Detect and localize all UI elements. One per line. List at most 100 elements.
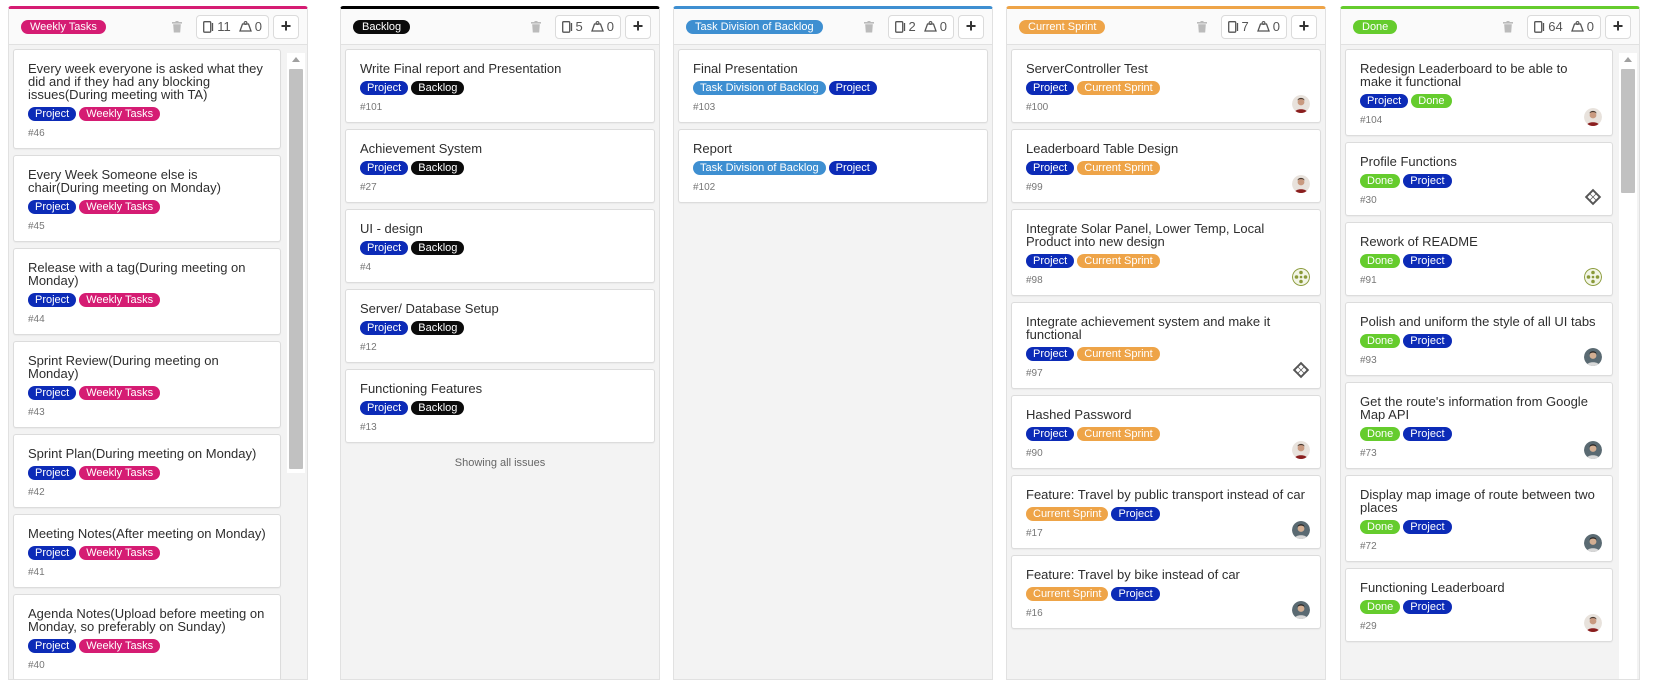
card-title[interactable]: ServerController Test (1026, 62, 1306, 75)
label-project[interactable]: Project (28, 200, 77, 214)
issue-card[interactable]: Polish and uniform the style of all UI t… (1345, 302, 1613, 376)
identicon-avatar[interactable] (1292, 268, 1310, 286)
label-current-sprint[interactable]: Current Sprint (1026, 507, 1109, 521)
label-project[interactable]: Project (1403, 334, 1452, 348)
label-weekly-tasks[interactable]: Weekly Tasks (79, 386, 161, 400)
scroll-up-arrow-icon[interactable] (287, 53, 305, 65)
label-project[interactable]: Project (1403, 174, 1452, 188)
card-title[interactable]: Server/ Database Setup (360, 302, 640, 315)
card-title[interactable]: Display map image of route between two p… (1360, 488, 1598, 514)
issue-card[interactable]: Sprint Plan(During meeting on Monday) Pro… (13, 434, 281, 508)
issue-card[interactable]: Integrate Solar Panel, Lower Temp, Local… (1011, 209, 1321, 296)
card-title[interactable]: UI - design (360, 222, 640, 235)
list-label[interactable]: Current Sprint (1019, 19, 1106, 34)
label-project[interactable]: Project (28, 386, 77, 400)
card-title[interactable]: Report (693, 142, 973, 155)
label-project[interactable]: Project (828, 81, 877, 95)
identicon-avatar[interactable] (1584, 268, 1602, 286)
card-title[interactable]: Agenda Notes(Upload before meeting on Mo… (28, 607, 266, 633)
assignee-avatar[interactable] (1584, 441, 1602, 459)
label-project[interactable]: Project (28, 546, 77, 560)
label-weekly-tasks[interactable]: Weekly Tasks (79, 466, 161, 480)
card-title[interactable]: Leaderboard Table Design (1026, 142, 1306, 155)
add-issue-button[interactable]: + (625, 14, 651, 39)
assignee-avatar[interactable] (1292, 601, 1310, 619)
issue-card[interactable]: Final Presentation Task Division of Backl… (678, 49, 988, 123)
label-current-sprint[interactable]: Current Sprint (1026, 587, 1109, 601)
label-project[interactable]: Project (1026, 347, 1075, 361)
issue-card[interactable]: Agenda Notes(Upload before meeting on Mo… (13, 594, 281, 679)
card-title[interactable]: Sprint Review(During meeting on Monday) (28, 354, 266, 380)
issue-card[interactable]: Hashed Password Project Current Sprint #90 (1011, 395, 1321, 469)
assignee-avatar[interactable] (1584, 108, 1602, 126)
label-project[interactable]: Project (1026, 161, 1075, 175)
issue-card[interactable]: Feature: Travel by bike instead of car Cu… (1011, 555, 1321, 629)
label-current-sprint[interactable]: Current Sprint (1077, 161, 1160, 175)
assignee-avatar[interactable] (1292, 175, 1310, 193)
label-current-sprint[interactable]: Current Sprint (1077, 81, 1160, 95)
scrollbar-thumb[interactable] (1621, 69, 1635, 193)
trash-icon[interactable] (1501, 20, 1515, 34)
card-title[interactable]: Achievement System (360, 142, 640, 155)
card-title[interactable]: Release with a tag(During meeting on Mon… (28, 261, 266, 287)
label-project[interactable]: Project (1026, 427, 1075, 441)
list-label[interactable]: Done (1353, 19, 1398, 34)
card-title[interactable]: Rework of README (1360, 235, 1598, 248)
label-project[interactable]: Project (28, 639, 77, 653)
card-title[interactable]: Functioning Features (360, 382, 640, 395)
label-done[interactable]: Done (1360, 427, 1401, 441)
label-project[interactable]: Project (1403, 427, 1452, 441)
card-title[interactable]: Integrate Solar Panel, Lower Temp, Local… (1026, 222, 1306, 248)
label-backlog[interactable]: Backlog (411, 161, 465, 175)
label-project[interactable]: Project (28, 107, 77, 121)
label-current-sprint[interactable]: Current Sprint (1077, 347, 1160, 361)
issue-card[interactable]: Achievement System Project Backlog #27 (345, 129, 655, 203)
list-scrollbar[interactable] (287, 53, 305, 473)
label-done[interactable]: Done (1360, 600, 1401, 614)
card-title[interactable]: Sprint Plan(During meeting on Monday) (28, 447, 266, 460)
card-title[interactable]: Profile Functions (1360, 155, 1598, 168)
label-project[interactable]: Project (28, 466, 77, 480)
assignee-avatar[interactable] (1292, 95, 1310, 113)
label-project[interactable]: Project (1403, 254, 1452, 268)
label-weekly-tasks[interactable]: Weekly Tasks (79, 107, 161, 121)
issue-card[interactable]: Release with a tag(During meeting on Mon… (13, 248, 281, 335)
issue-card[interactable]: Report Task Division of Backlog Project #10… (678, 129, 988, 203)
label-project[interactable]: Project (360, 81, 409, 95)
trash-icon[interactable] (1195, 20, 1209, 34)
label-project[interactable]: Project (1026, 254, 1075, 268)
label-project[interactable]: Project (828, 161, 877, 175)
label-project[interactable]: Project (360, 321, 409, 335)
list-scrollbar[interactable] (1619, 53, 1637, 679)
list-label[interactable]: Backlog (353, 19, 411, 34)
assignee-avatar[interactable] (1584, 614, 1602, 632)
label-project[interactable]: Project (28, 293, 77, 307)
scrollbar-thumb[interactable] (289, 69, 303, 469)
label-weekly-tasks[interactable]: Weekly Tasks (79, 546, 161, 560)
label-project[interactable]: Project (1111, 587, 1160, 601)
card-title[interactable]: Hashed Password (1026, 408, 1306, 421)
label-current-sprint[interactable]: Current Sprint (1077, 254, 1160, 268)
label-weekly-tasks[interactable]: Weekly Tasks (79, 200, 161, 214)
label-backlog[interactable]: Backlog (411, 241, 465, 255)
card-title[interactable]: Final Presentation (693, 62, 973, 75)
issue-card[interactable]: Leaderboard Table Design Project Current S… (1011, 129, 1321, 203)
label-backlog[interactable]: Backlog (411, 401, 465, 415)
label-done[interactable]: Done (1411, 94, 1452, 108)
card-title[interactable]: Get the route's information from Google … (1360, 395, 1598, 421)
issue-card[interactable]: Functioning Features Project Backlog #13 (345, 369, 655, 443)
issue-card[interactable]: ServerController Test Project Current Spri… (1011, 49, 1321, 123)
add-issue-button[interactable]: + (1291, 14, 1317, 39)
card-title[interactable]: Functioning Leaderboard (1360, 581, 1598, 594)
label-done[interactable]: Done (1360, 520, 1401, 534)
trash-icon[interactable] (529, 20, 543, 34)
label-weekly-tasks[interactable]: Weekly Tasks (79, 639, 161, 653)
card-title[interactable]: Feature: Travel by public transport inst… (1026, 488, 1306, 501)
issue-card[interactable]: Meeting Notes(After meeting on Monday) Pr… (13, 514, 281, 588)
issue-card[interactable]: Profile Functions Done Project #30 (1345, 142, 1613, 216)
label-project[interactable]: Project (1360, 94, 1409, 108)
identicon-avatar[interactable] (1292, 361, 1310, 379)
issue-card[interactable]: Sprint Review(During meeting on Monday) P… (13, 341, 281, 428)
assignee-avatar[interactable] (1292, 441, 1310, 459)
card-title[interactable]: Every Week Someone else is chair(During … (28, 168, 266, 194)
